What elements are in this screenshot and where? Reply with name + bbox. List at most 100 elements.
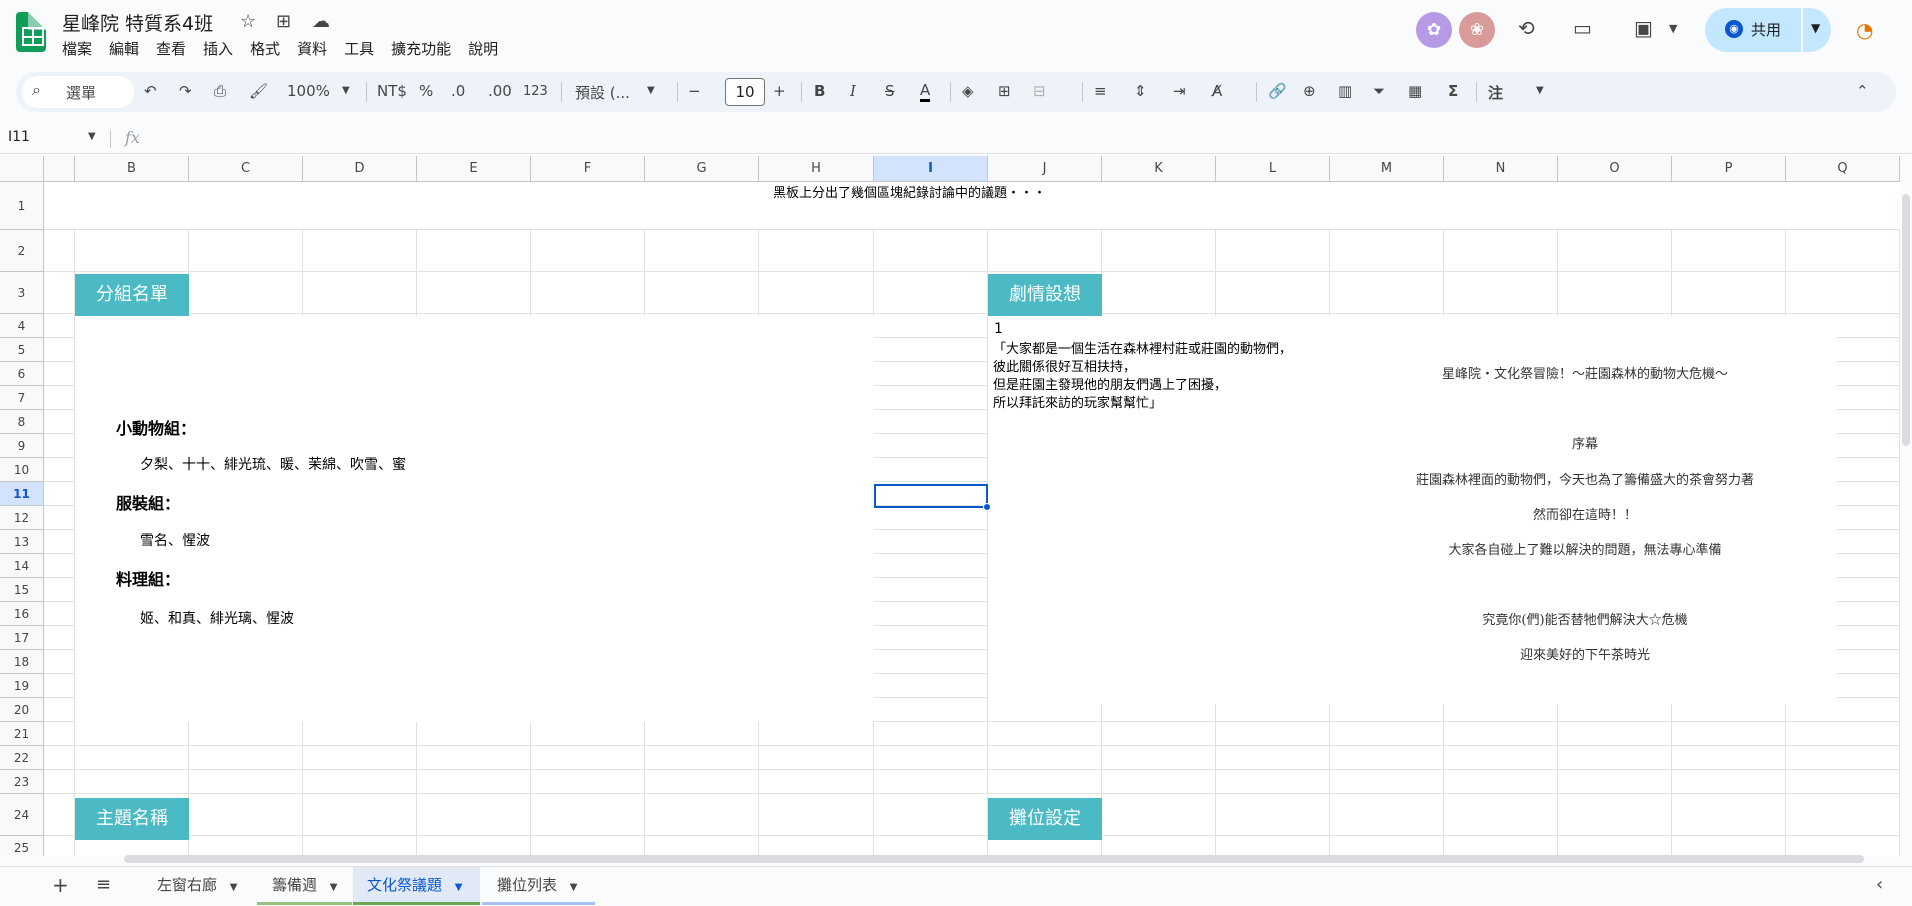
collapse-toolbar-icon[interactable]: ⌃ bbox=[1856, 82, 1869, 100]
horizontal-scrollbar[interactable] bbox=[124, 855, 1864, 863]
insert-comment-icon[interactable]: ⊕ bbox=[1303, 82, 1316, 100]
chevron-down-icon[interactable]: ▼ bbox=[330, 882, 338, 893]
menu-tools[interactable]: 工具 bbox=[344, 38, 374, 59]
document-title[interactable]: 星峰院 特質系4班 bbox=[62, 9, 213, 36]
column-header[interactable]: L bbox=[1216, 156, 1330, 182]
collapse-panel-icon[interactable]: ‹ bbox=[1876, 867, 1883, 905]
increase-decimal-button[interactable]: .00 bbox=[488, 82, 512, 100]
chevron-down-icon[interactable]: ▼ bbox=[647, 85, 655, 96]
chevron-down-icon[interactable]: ▼ bbox=[455, 882, 463, 893]
insert-link-icon[interactable]: 🔗 bbox=[1268, 82, 1287, 100]
row-header[interactable]: 14 bbox=[0, 554, 44, 578]
row-header[interactable]: 18 bbox=[0, 650, 44, 674]
column-header[interactable]: J bbox=[988, 156, 1102, 182]
column-header[interactable]: I bbox=[874, 156, 988, 182]
decrease-decimal-button[interactable]: .0 bbox=[451, 82, 465, 100]
plot-idea-header[interactable]: 劇情設想 bbox=[988, 274, 1102, 316]
currency-format-button[interactable]: NT$ bbox=[377, 82, 407, 100]
column-header[interactable] bbox=[44, 156, 75, 182]
row-header[interactable]: 25 bbox=[0, 836, 44, 856]
version-history-icon[interactable]: ⟲ bbox=[1518, 16, 1535, 40]
insert-chart-icon[interactable]: ▥ bbox=[1338, 82, 1352, 100]
row-header[interactable]: 6 bbox=[0, 362, 44, 386]
column-header[interactable]: H bbox=[759, 156, 874, 182]
meet-icon[interactable]: ▣ bbox=[1634, 16, 1653, 40]
filter-views-icon[interactable]: ▦ bbox=[1408, 82, 1422, 100]
chevron-down-icon[interactable]: ▼ bbox=[1811, 21, 1820, 35]
chevron-down-icon[interactable]: ▼ bbox=[570, 882, 578, 893]
row-header[interactable]: 5 bbox=[0, 338, 44, 362]
name-box[interactable]: I11 bbox=[8, 129, 30, 145]
horizontal-align-icon[interactable]: ≡ bbox=[1094, 82, 1107, 100]
column-header[interactable]: M bbox=[1330, 156, 1444, 182]
selected-cell[interactable] bbox=[874, 484, 988, 508]
row-header[interactable]: 20 bbox=[0, 698, 44, 722]
chevron-down-icon[interactable]: ▼ bbox=[230, 882, 238, 893]
functions-button[interactable]: Σ bbox=[1448, 82, 1458, 100]
increase-font-size-icon[interactable]: + bbox=[773, 82, 786, 100]
chevron-down-icon[interactable]: ▼ bbox=[88, 131, 96, 142]
row-header[interactable]: 11 bbox=[0, 482, 44, 506]
font-select[interactable]: 預設 (... bbox=[575, 82, 630, 103]
search-menus[interactable]: ⌕ 選單 bbox=[22, 76, 134, 108]
strikethrough-button[interactable]: S bbox=[885, 82, 895, 100]
column-header[interactable]: P bbox=[1672, 156, 1786, 182]
paint-format-icon[interactable]: 🖌 bbox=[249, 82, 268, 100]
text-rotation-icon[interactable]: A̸ bbox=[1212, 82, 1222, 100]
menu-insert[interactable]: 插入 bbox=[203, 38, 233, 59]
fill-handle[interactable] bbox=[983, 503, 991, 511]
column-header[interactable]: G bbox=[645, 156, 759, 182]
merged-cell-groups[interactable] bbox=[75, 316, 874, 722]
row-header[interactable]: 15 bbox=[0, 578, 44, 602]
add-sheet-icon[interactable]: + bbox=[52, 867, 69, 905]
vertical-align-icon[interactable]: ⇕ bbox=[1134, 82, 1147, 100]
group-list-header[interactable]: 分組名單 bbox=[75, 274, 189, 316]
cloud-status-icon[interactable]: ☁ bbox=[312, 11, 330, 32]
row-header[interactable]: 12 bbox=[0, 506, 44, 530]
row-header[interactable]: 3 bbox=[0, 272, 44, 314]
chevron-down-icon[interactable]: ▼ bbox=[1669, 22, 1677, 35]
booth-setting-header[interactable]: 攤位設定 bbox=[988, 798, 1102, 840]
bold-button[interactable]: B bbox=[814, 82, 825, 100]
column-header[interactable]: Q bbox=[1786, 156, 1900, 182]
row-header[interactable]: 2 bbox=[0, 230, 44, 272]
text-wrapping-icon[interactable]: ⇥ bbox=[1173, 82, 1186, 100]
filter-icon[interactable]: ⏷ bbox=[1373, 82, 1385, 100]
row-header[interactable]: 23 bbox=[0, 770, 44, 794]
row-header[interactable]: 17 bbox=[0, 626, 44, 650]
column-header[interactable]: F bbox=[531, 156, 645, 182]
chevron-down-icon[interactable]: ▼ bbox=[1536, 85, 1544, 96]
row-header[interactable]: 7 bbox=[0, 386, 44, 410]
italic-button[interactable]: I bbox=[850, 82, 856, 100]
row-header[interactable]: 22 bbox=[0, 746, 44, 770]
column-header[interactable]: E bbox=[417, 156, 531, 182]
share-button[interactable]: ◉ 共用 ▼ bbox=[1705, 8, 1831, 52]
all-sheets-icon[interactable]: ≡ bbox=[96, 867, 111, 905]
comments-icon[interactable]: ▭ bbox=[1573, 16, 1592, 40]
menu-edit[interactable]: 編輯 bbox=[109, 38, 139, 59]
row-header[interactable]: 24 bbox=[0, 794, 44, 836]
theme-name-header[interactable]: 主題名稱 bbox=[75, 798, 189, 840]
undo-icon[interactable]: ↶ bbox=[144, 82, 157, 100]
menu-data[interactable]: 資料 bbox=[297, 38, 327, 59]
menu-extensions[interactable]: 擴充功能 bbox=[391, 38, 451, 59]
menu-file[interactable]: 檔案 bbox=[62, 38, 92, 59]
column-header[interactable]: D bbox=[303, 156, 417, 182]
borders-icon[interactable]: ⊞ bbox=[998, 82, 1011, 100]
zoom-select[interactable]: 100% bbox=[287, 82, 330, 100]
vertical-scrollbar[interactable] bbox=[1902, 194, 1910, 446]
row-header[interactable]: 4 bbox=[0, 314, 44, 338]
row-header[interactable]: 21 bbox=[0, 722, 44, 746]
sheet-tab[interactable]: 左窗右廊 ▼ bbox=[142, 867, 252, 905]
menu-help[interactable]: 說明 bbox=[468, 38, 498, 59]
percent-format-button[interactable]: % bbox=[419, 82, 433, 100]
column-header[interactable]: O bbox=[1558, 156, 1672, 182]
row-header[interactable]: 16 bbox=[0, 602, 44, 626]
print-icon[interactable]: ⎙ bbox=[214, 82, 226, 100]
row-header[interactable]: 1 bbox=[0, 182, 44, 230]
row-header[interactable]: 10 bbox=[0, 458, 44, 482]
menu-view[interactable]: 查看 bbox=[156, 38, 186, 59]
sheets-logo-icon[interactable] bbox=[16, 12, 46, 52]
font-size-input[interactable]: 10 bbox=[725, 78, 765, 106]
select-all-corner[interactable] bbox=[0, 156, 44, 182]
